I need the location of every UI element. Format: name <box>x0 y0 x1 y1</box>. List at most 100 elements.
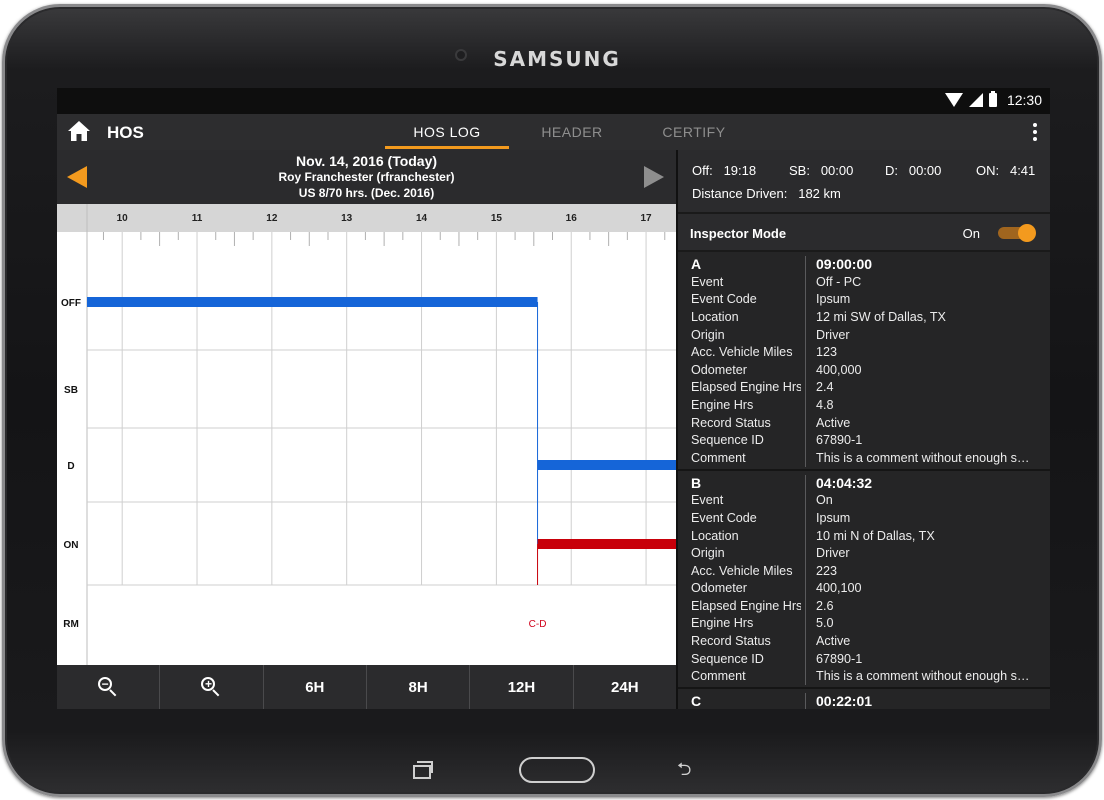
event-list: A 09:00:00 Event Off - PC Event Code Ipsum Loc… <box>678 252 1050 709</box>
summary-off-value: 19:18 <box>723 163 757 178</box>
log-panel: Nov. 14, 2016 (Today) Roy Franchester (r… <box>57 150 676 709</box>
event-field-label: Location <box>691 309 739 324</box>
hos-rule: US 8/70 hrs. (Dec. 2016) <box>298 186 435 200</box>
overflow-menu-icon[interactable] <box>1032 123 1038 141</box>
event-field-row: Engine Hrs 4.8 <box>678 396 1050 414</box>
camera-icon <box>455 49 467 61</box>
home-hardware-button[interactable] <box>519 757 595 783</box>
duty-segment-d <box>537 460 676 470</box>
event-field-row: Event Code Ipsum <box>678 509 1050 527</box>
inspector-mode-state: On <box>962 226 980 241</box>
zoom-out-button[interactable]: − <box>57 665 161 709</box>
range-6h-button[interactable]: 6H <box>264 665 367 709</box>
event-field-row: Event On <box>678 492 1050 510</box>
event-field-label: Odometer <box>691 581 747 596</box>
tab-certify[interactable]: CERTIFY <box>634 124 754 140</box>
screen: 12:30 HOS HOS LOG HEADER CERTIFY Nov. 14… <box>57 88 1050 709</box>
event-field-row: Elapsed Engine Hrs 2.6 <box>678 597 1050 615</box>
event-field-row: Record Status Active <box>678 632 1050 650</box>
summary-sb-label: SB: <box>789 163 810 178</box>
time-axis-band <box>57 204 676 232</box>
event-field-row: Sequence ID 67890-1 <box>678 431 1050 449</box>
event-field-label: Acc. Vehicle Miles <box>691 345 793 360</box>
hour-tick-label: 16 <box>566 213 578 224</box>
range-12h-button[interactable]: 12H <box>470 665 574 709</box>
duty-segment-on <box>537 539 676 549</box>
event-time: 04:04:32 <box>816 474 873 491</box>
inspector-mode-label: Inspector Mode <box>690 226 787 241</box>
tab-header[interactable]: HEADER <box>512 124 632 140</box>
event-field-value: Active <box>816 634 851 649</box>
event-card[interactable]: A 09:00:00 Event Off - PC Event Code Ipsum Loc… <box>678 252 1050 471</box>
event-field-value: 2.6 <box>816 598 834 613</box>
event-field-label: Engine Hrs <box>691 397 754 412</box>
active-tab-indicator <box>385 146 509 149</box>
event-field-row: Comment This is a comment without enough … <box>678 667 1050 685</box>
hos-chart-area[interactable]: 10 11 12 13 14 15 16 17 OFF SB D ON RM C-D <box>57 204 676 665</box>
range-24h-button[interactable]: 24H <box>574 665 676 709</box>
hos-chart[interactable]: 10 11 12 13 14 15 16 17 OFF SB D ON RM C-D <box>57 204 676 665</box>
range-8h-button[interactable]: 8H <box>367 665 471 709</box>
summary-d: D: 00:00 <box>885 163 941 178</box>
event-field-label: Acc. Vehicle Miles <box>691 563 793 578</box>
event-field-row: Record Status Active <box>678 414 1050 432</box>
event-card[interactable]: B 04:04:32 Event On Event Code Ipsum Location 1… <box>678 471 1050 690</box>
hour-tick-label: 17 <box>641 213 653 224</box>
battery-icon <box>988 91 997 107</box>
summary-on-value: 4:41 <box>1009 163 1036 178</box>
summary-on: ON: 4:41 <box>976 163 1035 178</box>
back-button[interactable]: ⮌ <box>677 757 691 787</box>
event-header: B 04:04:32 <box>678 474 1050 492</box>
row-label-rm: RM <box>63 619 79 630</box>
event-field-row: Acc. Vehicle Miles 223 <box>678 562 1050 580</box>
event-field-label: Location <box>691 528 739 543</box>
summary-sb: SB: 00:00 <box>789 163 853 178</box>
remark-label: C-D <box>529 619 547 630</box>
summary-d-value: 00:00 <box>908 163 942 178</box>
event-field-value: Off - PC <box>816 274 862 289</box>
recent-apps-button[interactable] <box>413 761 433 779</box>
status-clock: 12:30 <box>1006 92 1042 108</box>
event-field-value: This is a comment without enough sp... <box>816 450 1031 465</box>
event-field-label: Sequence ID <box>691 651 764 666</box>
event-field-row: Event Off - PC <box>678 273 1050 291</box>
event-field-label: Odometer <box>691 362 747 377</box>
toggle-thumb <box>1018 224 1036 242</box>
event-card[interactable]: C 00:22:01 <box>678 689 1050 709</box>
event-field-value: 4.8 <box>816 397 834 412</box>
summary-on-label: ON: <box>976 163 1000 178</box>
event-field-value: 67890-1 <box>816 651 863 666</box>
event-header: A 09:00:00 <box>678 255 1050 273</box>
hour-tick-label: 10 <box>117 213 129 224</box>
row-label-d: D <box>67 461 74 472</box>
home-icon[interactable] <box>67 120 91 142</box>
app-bar: HOS HOS LOG HEADER CERTIFY <box>57 114 1050 150</box>
event-field-label: Event <box>691 274 724 289</box>
event-field-row: Location 10 mi N of Dallas, TX <box>678 527 1050 545</box>
event-field-label: Event <box>691 493 724 508</box>
summary-d-label: D: <box>885 163 898 178</box>
event-field-row: Location 12 mi SW of Dallas, TX <box>678 308 1050 326</box>
event-field-row: Odometer 400,000 <box>678 361 1050 379</box>
event-field-label: Sequence ID <box>691 433 764 448</box>
zoom-in-icon: + <box>201 677 221 697</box>
event-field-label: Origin <box>691 327 725 342</box>
summary-off: Off: 19:18 <box>692 163 756 178</box>
event-field-label: Record Status <box>691 634 771 649</box>
distance-label: Distance Driven: <box>692 186 788 201</box>
event-field-value: Active <box>816 415 851 430</box>
tab-hos-log[interactable]: HOS LOG <box>387 124 507 140</box>
event-field-value: This is a comment without enough sp... <box>816 669 1031 684</box>
event-id: A <box>691 256 702 272</box>
event-field-label: Event Code <box>691 292 757 307</box>
event-field-value: 223 <box>816 563 838 578</box>
next-day-arrow-icon[interactable] <box>644 166 664 188</box>
zoom-in-button[interactable]: + <box>160 665 264 709</box>
driver-name: Roy Franchester (rfranchester) <box>278 170 455 184</box>
inspector-mode-toggle[interactable] <box>998 224 1036 242</box>
event-field-row: Event Code Ipsum <box>678 291 1050 309</box>
status-bar: 12:30 <box>57 88 1050 114</box>
date-header: Nov. 14, 2016 (Today) Roy Franchester (r… <box>57 150 676 204</box>
summary-off-label: Off: <box>692 163 713 178</box>
event-field-row: Origin Driver <box>678 326 1050 344</box>
